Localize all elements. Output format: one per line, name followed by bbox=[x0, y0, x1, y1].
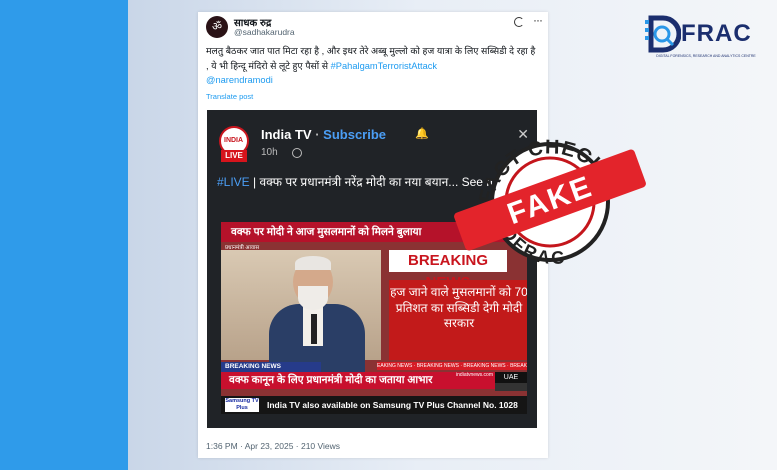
dfrac-mark-icon bbox=[645, 15, 681, 53]
channel-url: indiatvnews.com bbox=[456, 372, 493, 378]
channel-name: India TV bbox=[261, 127, 312, 142]
samsung-text: India TV also available on Samsung TV Pl… bbox=[267, 400, 518, 410]
globe-icon bbox=[292, 148, 302, 158]
grok-icon[interactable] bbox=[514, 17, 524, 27]
speaker-hair bbox=[295, 256, 331, 270]
channel-header: India TV · Subscribe bbox=[261, 127, 387, 142]
live-badge: LIVE bbox=[221, 150, 247, 162]
tweet-text: मलतु बैठकर जात पात मिटा रहा है , और इधर … bbox=[206, 44, 536, 88]
dfrac-logo: FRAC DIGITAL FORENSICS, RESEARCH AND ANA… bbox=[641, 12, 771, 62]
translate-link[interactable]: Translate post bbox=[206, 92, 253, 101]
microphone bbox=[311, 314, 317, 344]
ticker-strip: EAKING NEWS · BREAKING NEWS · BREAKING N… bbox=[377, 362, 527, 370]
subscribe-label: Subscribe bbox=[323, 127, 387, 142]
left-band bbox=[0, 0, 128, 470]
samsung-logo: Samsung TV Plus bbox=[225, 398, 259, 412]
samsung-bar: Samsung TV Plus India TV also available … bbox=[221, 396, 527, 414]
speaker-beard bbox=[298, 286, 328, 310]
breaking-small-tag: BREAKING NEWS bbox=[221, 362, 321, 372]
hashtag-link[interactable]: #PahalgamTerroristAttack bbox=[331, 61, 437, 71]
dfrac-logo-text: FRAC bbox=[681, 20, 752, 47]
news-box: हज जाने वाले मुसलमानों को 70 प्रतिशत का … bbox=[389, 280, 527, 360]
fact-check-stamp: FACT CHECK DFRAC FAKE bbox=[450, 132, 650, 268]
speaker-image bbox=[261, 256, 371, 374]
author-handle[interactable]: @sadhakarudra bbox=[234, 27, 295, 37]
post-time: 10h bbox=[261, 147, 278, 158]
live-hashtag: #LIVE bbox=[217, 175, 250, 189]
stamp-graphic: FACT CHECK DFRAC FAKE bbox=[454, 136, 646, 268]
tweet-footer[interactable]: 1:36 PM · Apr 23, 2025 · 210 Views bbox=[206, 441, 340, 451]
mention-link[interactable]: @narendramodi bbox=[206, 75, 273, 85]
bell-icon: 🔔 bbox=[415, 128, 429, 140]
dfrac-logo-subtitle: DIGITAL FORENSICS, RESEARCH AND ANALYTIC… bbox=[656, 54, 756, 58]
india-tv-logo: INDIA LIVE bbox=[219, 126, 249, 166]
more-options-icon[interactable]: ··· bbox=[533, 13, 543, 27]
logo-text: INDIA bbox=[224, 137, 244, 144]
channel-time bbox=[495, 383, 527, 391]
avatar[interactable]: ॐ bbox=[206, 16, 228, 38]
channel-code: UAE 18:52 bbox=[495, 372, 527, 392]
